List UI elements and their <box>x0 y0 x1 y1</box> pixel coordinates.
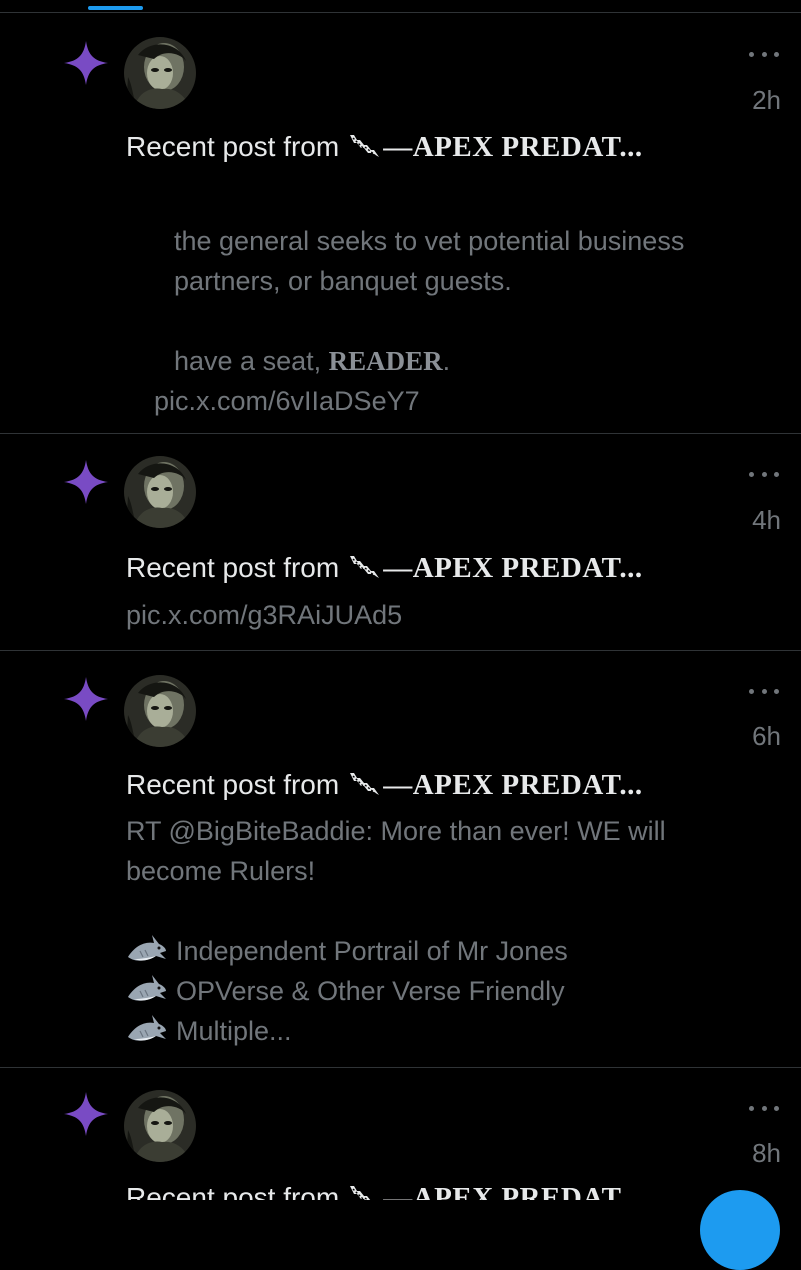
more-horizontal-icon <box>749 51 754 57</box>
list-item: OPVerse & Other Verse Friendly <box>126 971 736 1011</box>
avatar[interactable] <box>124 675 196 747</box>
shark-emoji-icon <box>126 933 168 967</box>
lightning-bolt-icon <box>347 1184 381 1200</box>
post-paragraph: the general seeks to vet potential busin… <box>174 226 685 296</box>
post-paragraph: RT @BigBiteBaddie: More than ever! WE wi… <box>126 816 666 886</box>
post-preview: RT @BigBiteBaddie: More than ever! WE wi… <box>126 811 736 1051</box>
sparkle-star-icon <box>62 1090 110 1138</box>
timestamp: 8h <box>752 1138 781 1168</box>
sparkle-star-icon <box>62 458 110 506</box>
more-options-button[interactable] <box>749 1101 779 1115</box>
notification-item[interactable]: 2h Recent post from —APEX PREDAT... the g… <box>0 13 801 434</box>
top-tab-bar <box>0 0 801 13</box>
shark-emoji-icon <box>126 1013 168 1047</box>
author-name: —APEX PREDAT... <box>383 1182 643 1200</box>
post-preview: pic.x.com/g3RAiJUAd5 <box>126 595 776 635</box>
headline-prefix: Recent post from <box>126 769 340 800</box>
notification-headline[interactable]: Recent post from —APEX PREDAT... <box>126 769 643 802</box>
more-horizontal-icon <box>749 1105 754 1111</box>
notification-item[interactable]: 8h Recent post from —APEX PREDAT... <box>0 1068 801 1200</box>
avatar[interactable] <box>124 37 196 109</box>
active-tab-indicator <box>88 6 143 10</box>
lightning-bolt-icon <box>347 133 381 159</box>
notification-headline[interactable]: Recent post from —APEX PREDAT... <box>126 1182 643 1200</box>
media-link[interactable]: pic.x.com/6vIIaDSeY7 <box>126 381 776 421</box>
timestamp: 2h <box>752 85 781 115</box>
notification-item[interactable]: 4h Recent post from —APEX PREDAT... pic.x… <box>0 434 801 651</box>
post-preview: the general seeks to vet potential busin… <box>126 221 776 421</box>
avatar[interactable] <box>124 1090 196 1162</box>
author-name: —APEX PREDAT... <box>383 131 643 163</box>
more-horizontal-icon <box>749 688 754 694</box>
headline-prefix: Recent post from <box>126 1182 340 1200</box>
post-paragraph: have a seat, READER. <box>174 346 451 376</box>
headline-prefix: Recent post from <box>126 131 340 162</box>
more-options-button[interactable] <box>749 47 779 61</box>
lightning-bolt-icon <box>347 771 381 797</box>
more-horizontal-icon <box>749 471 754 477</box>
notification-headline[interactable]: Recent post from —APEX PREDAT... <box>126 131 643 164</box>
timestamp: 4h <box>752 505 781 535</box>
more-options-button[interactable] <box>749 467 779 481</box>
notification-headline[interactable]: Recent post from —APEX PREDAT... <box>126 552 643 585</box>
sparkle-star-icon <box>62 675 110 723</box>
notification-item[interactable]: 6h Recent post from —APEX PREDAT... RT @B… <box>0 651 801 1068</box>
timestamp: 6h <box>752 721 781 751</box>
sparkle-star-icon <box>62 39 110 87</box>
headline-prefix: Recent post from <box>126 552 340 583</box>
more-options-button[interactable] <box>749 684 779 698</box>
avatar[interactable] <box>124 456 196 528</box>
author-name: —APEX PREDAT... <box>383 552 643 584</box>
compose-button[interactable] <box>700 1190 780 1270</box>
bold-word: READER <box>328 346 443 376</box>
media-link[interactable]: pic.x.com/g3RAiJUAd5 <box>126 595 776 635</box>
list-item: Independent Portrail of Mr Jones <box>126 931 736 971</box>
shark-emoji-icon <box>126 973 168 1007</box>
author-name: —APEX PREDAT... <box>383 769 643 801</box>
list-item: Multiple... <box>126 1011 736 1051</box>
lightning-bolt-icon <box>347 554 381 580</box>
